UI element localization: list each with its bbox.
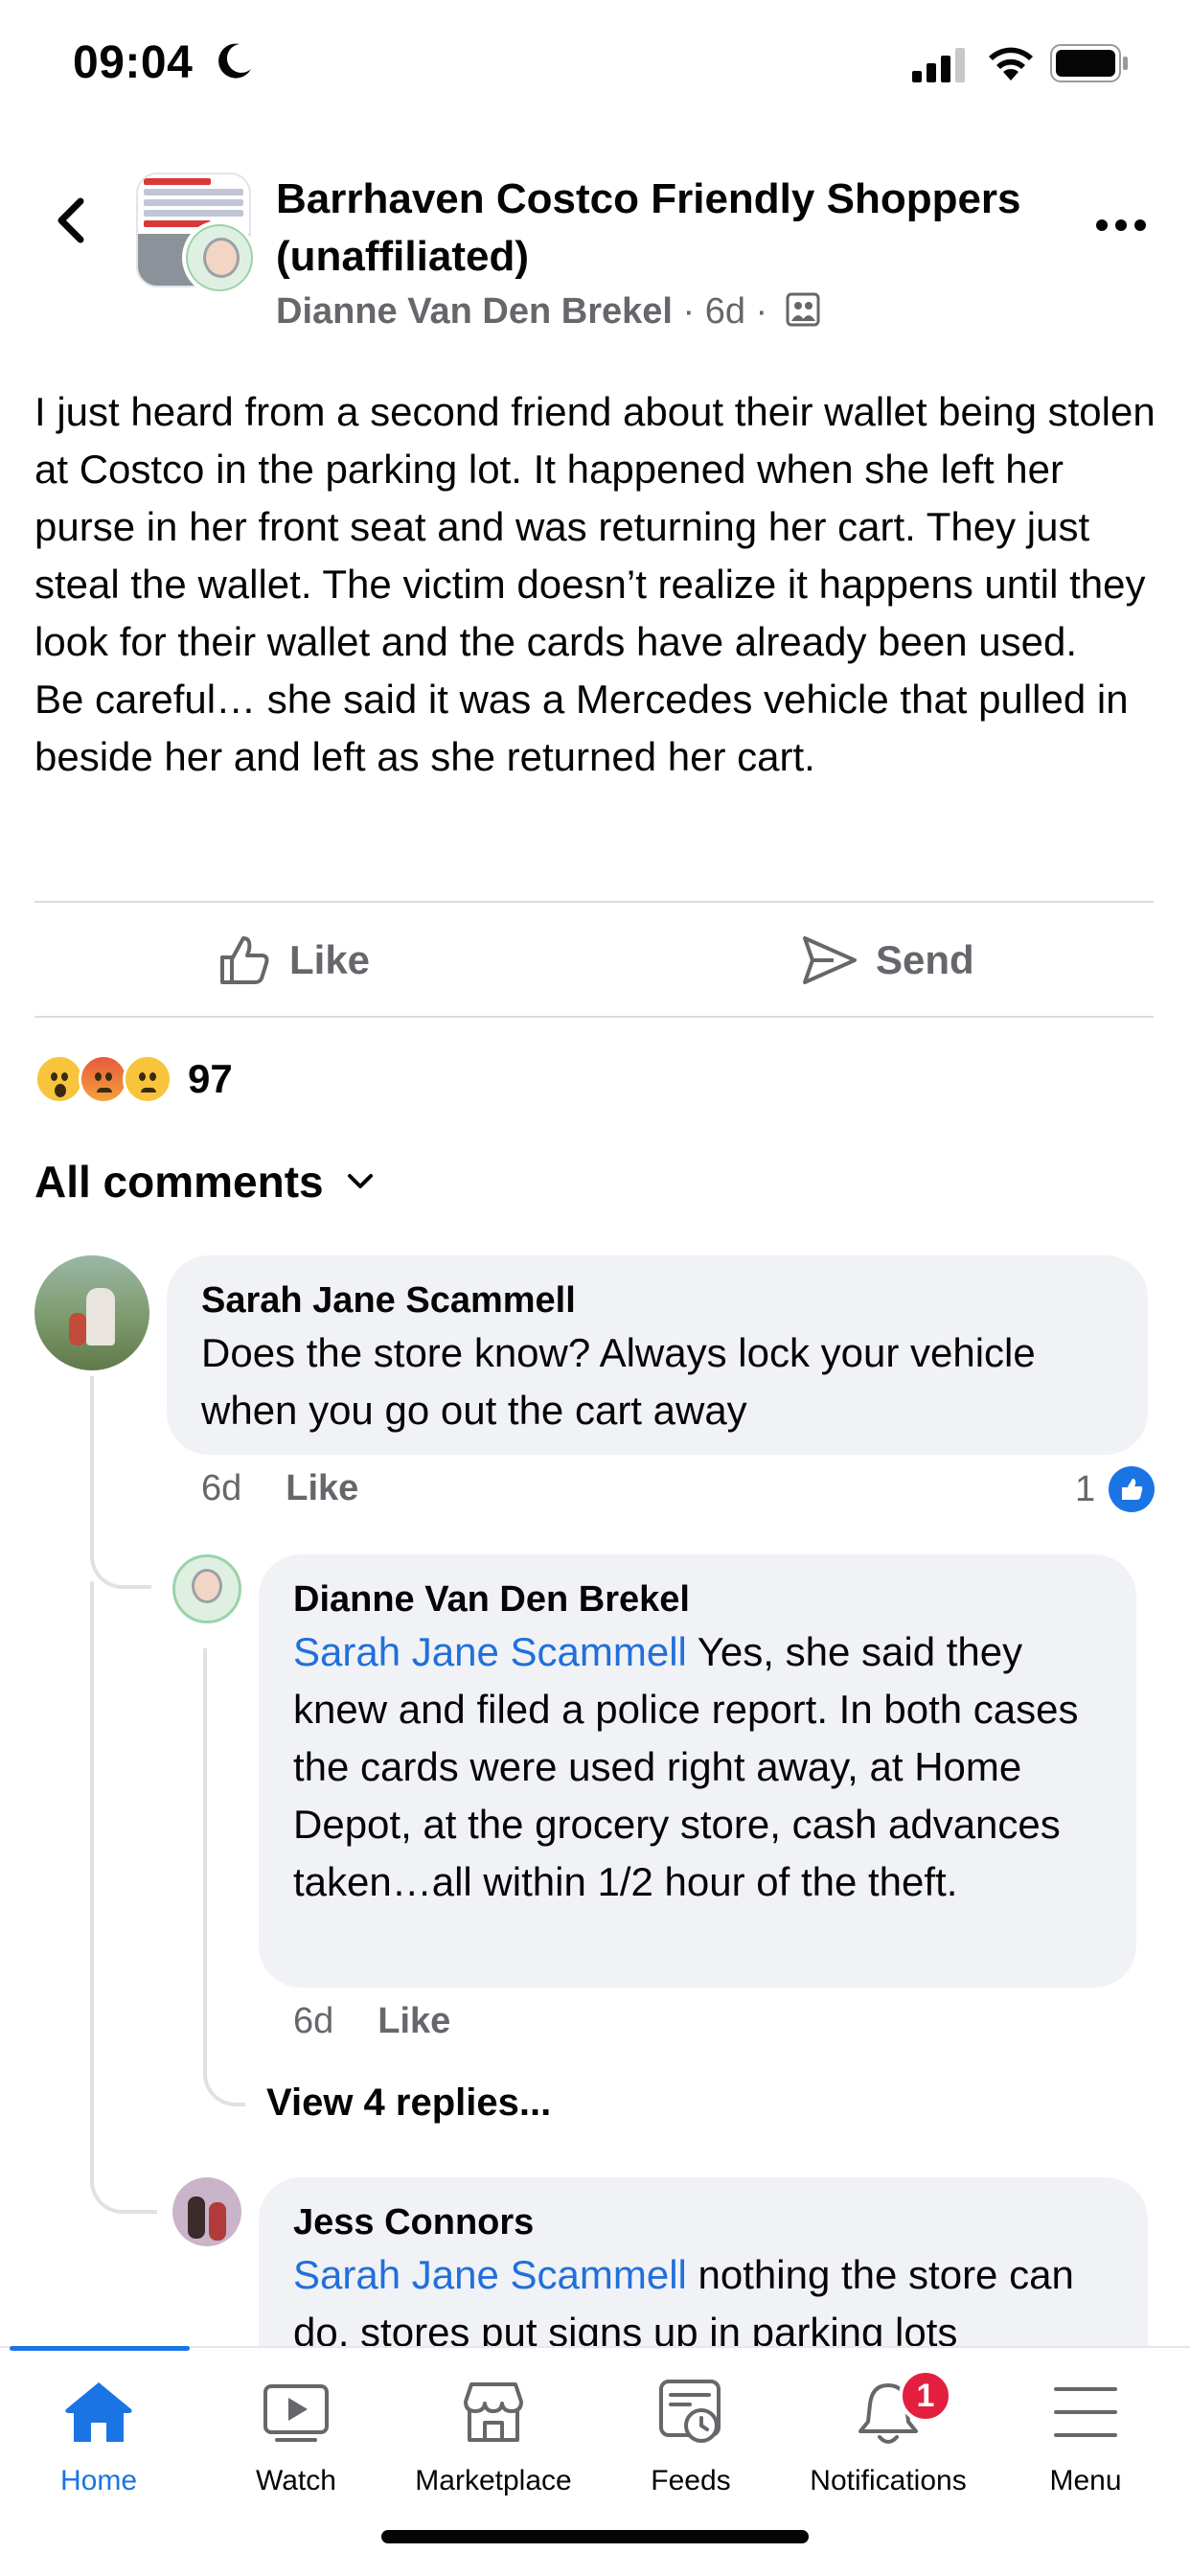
tab-marketplace[interactable]: Marketplace — [395, 2369, 592, 2497]
view-replies-link[interactable]: View 4 replies... — [266, 2082, 551, 2125]
reply-meta: 6d Like — [293, 2001, 450, 2042]
mention-link[interactable]: Sarah Jane Scammell — [293, 2252, 687, 2297]
divider-bottom — [34, 1016, 1154, 1018]
reactions-summary[interactable]: 97 — [34, 1052, 233, 1106]
mention-link[interactable]: Sarah Jane Scammell — [293, 1629, 687, 1674]
thread-connector — [90, 1376, 151, 1589]
angry-reaction-icon — [79, 1054, 128, 1104]
like-button[interactable]: Like — [217, 932, 370, 989]
battery-icon — [1050, 44, 1128, 82]
more-options-icon[interactable] — [1092, 211, 1150, 240]
tab-watch-label: Watch — [256, 2465, 336, 2496]
chevron-down-icon — [347, 1174, 373, 1188]
thread-connector — [90, 2147, 157, 2214]
post-action-bar: Like Send — [0, 903, 1190, 1016]
status-time: 09:04 — [73, 37, 194, 88]
reply-thread-connector — [203, 1648, 245, 2106]
tab-menu[interactable]: Menu — [987, 2369, 1184, 2497]
reply-like-button[interactable]: Like — [378, 2001, 450, 2042]
watch-icon — [263, 2384, 329, 2442]
moon-icon — [218, 43, 251, 79]
reaction-count: 97 — [188, 1056, 233, 1101]
post-author[interactable]: Dianne Van Den Brekel — [276, 291, 673, 332]
post-header: Barrhaven Costco Friendly Shoppers (unaf… — [0, 163, 1190, 355]
reply-text: Sarah Jane Scammell nothing the store ca… — [293, 2246, 1113, 2361]
tab-marketplace-label: Marketplace — [415, 2465, 572, 2496]
comments-sort-label: All comments — [34, 1157, 324, 1207]
replier-avatar[interactable] — [172, 2177, 241, 2246]
meta-separator: · — [682, 291, 696, 332]
tab-notifications[interactable]: 1 Notifications — [790, 2369, 987, 2497]
send-button[interactable]: Send — [801, 932, 974, 989]
replier-avatar[interactable] — [172, 1554, 241, 1623]
active-tab-indicator — [10, 2346, 190, 2351]
thread-connector — [90, 1581, 94, 2156]
like-button-label: Like — [289, 937, 371, 982]
send-icon — [803, 936, 857, 984]
comment-text: Does the store know? Always lock your ve… — [201, 1330, 1036, 1433]
tab-home[interactable]: Home — [0, 2369, 197, 2497]
tab-feeds-label: Feeds — [651, 2465, 731, 2496]
like-badge-icon — [1109, 1466, 1156, 1512]
replier-name[interactable]: Jess Connors — [293, 2198, 1113, 2246]
marketplace-icon — [464, 2382, 523, 2442]
send-button-label: Send — [876, 937, 974, 982]
home-icon — [65, 2382, 132, 2442]
comment-age: 6d — [201, 1468, 242, 1508]
wifi-icon — [989, 47, 1033, 80]
post-age[interactable]: 6d — [705, 291, 745, 332]
notification-badge: 1 — [899, 2369, 952, 2423]
group-privacy-icon — [786, 292, 820, 327]
tab-home-label: Home — [59, 2465, 138, 2496]
author-avatar[interactable] — [182, 220, 257, 295]
tab-menu-label: Menu — [1049, 2465, 1122, 2496]
post-meta: Dianne Van Den Brekel · 6d · — [276, 291, 820, 333]
post-body: I just heard from a second friend about … — [34, 389, 1156, 779]
thumbs-up-icon — [220, 936, 269, 984]
comment-like-count-value: 1 — [1075, 1468, 1096, 1509]
reply-text: Sarah Jane Scammell Yes, she said they k… — [293, 1623, 1102, 1911]
reply-age: 6d — [293, 2001, 334, 2041]
commenter-avatar[interactable] — [34, 1255, 149, 1370]
status-bar: 09:04 — [0, 0, 1190, 134]
feeds-icon — [659, 2380, 721, 2443]
group-name[interactable]: Barrhaven Costco Friendly Shoppers (unaf… — [276, 171, 1023, 286]
comment-like-count[interactable]: 1 — [1075, 1466, 1156, 1512]
comments-sort-dropdown[interactable]: All comments — [34, 1156, 374, 1208]
home-indicator[interactable] — [381, 2530, 809, 2543]
sad-reaction-icon — [123, 1054, 172, 1104]
comment-like-button[interactable]: Like — [286, 1468, 358, 1509]
comment-meta: 6d Like — [201, 1468, 358, 1509]
cellular-signal-icon — [912, 48, 965, 82]
reply-bubble: Dianne Van Den Brekel Sarah Jane Scammel… — [259, 1554, 1136, 1988]
tab-watch[interactable]: Watch — [197, 2369, 395, 2497]
tab-notifications-label: Notifications — [810, 2465, 967, 2496]
tab-feeds[interactable]: Feeds — [592, 2369, 790, 2497]
commenter-name[interactable]: Sarah Jane Scammell — [201, 1276, 1113, 1324]
wow-reaction-icon — [34, 1054, 84, 1104]
replier-name[interactable]: Dianne Van Den Brekel — [293, 1576, 1102, 1623]
menu-icon — [1054, 2387, 1117, 2437]
back-arrow-icon[interactable] — [48, 192, 96, 249]
comment-bubble: Sarah Jane Scammell Does the store know?… — [167, 1255, 1148, 1455]
